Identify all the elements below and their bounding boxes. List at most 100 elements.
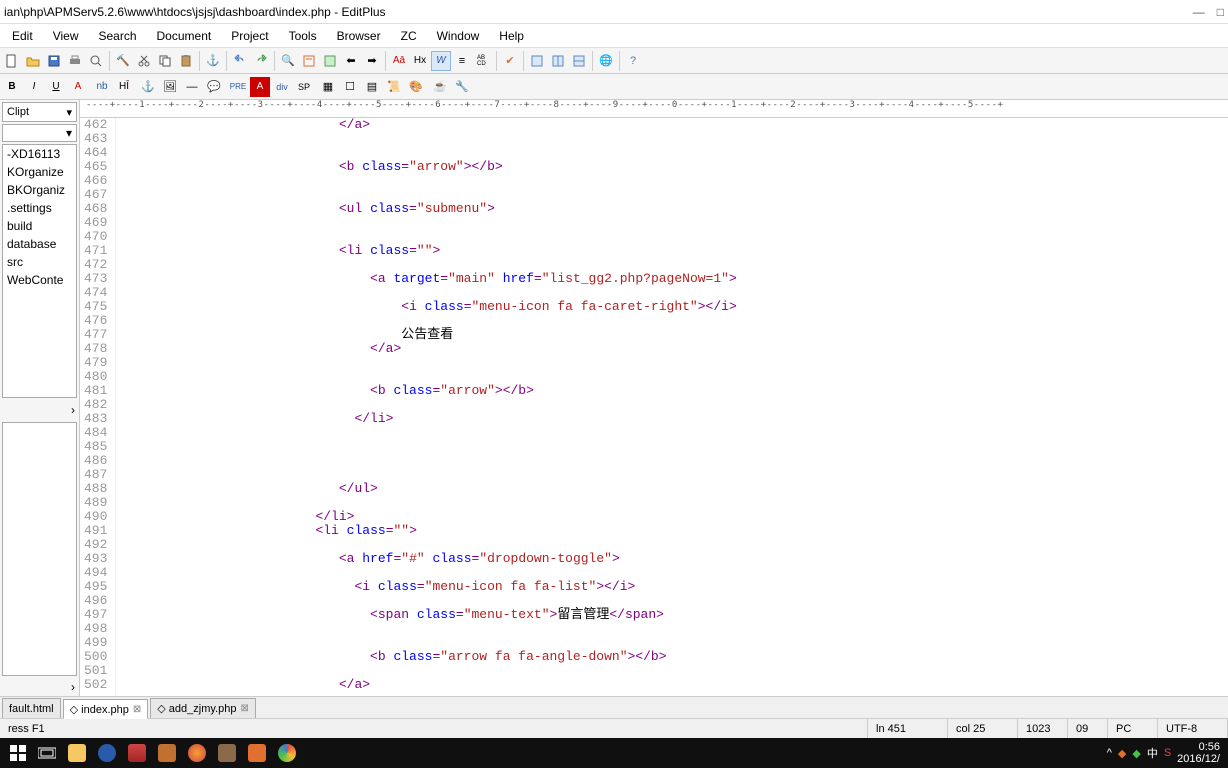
save-icon[interactable] — [44, 51, 64, 71]
find-icon[interactable]: 🔍 — [278, 51, 298, 71]
tray-icon[interactable]: S — [1164, 747, 1171, 759]
tray-icon[interactable]: ◆ — [1118, 747, 1126, 760]
css-icon[interactable]: 🎨 — [406, 77, 426, 97]
table-icon[interactable]: ▦ — [318, 77, 338, 97]
replace-icon[interactable] — [320, 51, 340, 71]
menu-project[interactable]: Project — [223, 27, 276, 45]
tab-add-zjmy-php[interactable]: ◇ add_zjmy.php ⊠ — [150, 698, 256, 718]
sp-button[interactable]: SP — [294, 77, 314, 97]
side-bottom-chevron[interactable]: › — [0, 678, 79, 696]
code-content[interactable]: </a> <b class="arrow"></b> <ul class="su… — [116, 118, 1228, 696]
hr-icon[interactable]: — — [182, 77, 202, 97]
folder-item[interactable]: src — [3, 253, 76, 271]
check-icon[interactable]: ✔ — [500, 51, 520, 71]
comment-icon[interactable]: 💬 — [204, 77, 224, 97]
code-editor[interactable]: 4624634644654664674684694704714724734744… — [80, 118, 1228, 696]
hex-icon[interactable]: Hx — [410, 51, 430, 71]
app-icon-2[interactable] — [212, 739, 242, 767]
side-chevron[interactable]: ▾ — [2, 124, 77, 142]
anchor2-icon[interactable]: ⚓ — [138, 77, 158, 97]
tray-arrow-icon[interactable]: ^ — [1107, 747, 1112, 759]
tab-index-php[interactable]: ◇ index.php ⊠ — [63, 699, 149, 719]
folder-item[interactable]: KOrganize — [3, 163, 76, 181]
copy-icon[interactable] — [155, 51, 175, 71]
menu-zc[interactable]: ZC — [393, 27, 425, 45]
coffee-icon[interactable]: ☕ — [430, 77, 450, 97]
line-gutter: 4624634644654664674684694704714724734744… — [80, 118, 116, 696]
file-list-empty[interactable] — [2, 422, 77, 676]
cliptext-dropdown[interactable]: Clipt ▾ — [2, 102, 77, 122]
open-folder-icon[interactable] — [23, 51, 43, 71]
menu-browser[interactable]: Browser — [329, 27, 389, 45]
cut-icon[interactable] — [134, 51, 154, 71]
browser-icon[interactable]: 🌐 — [596, 51, 616, 71]
app-icon-1[interactable] — [152, 739, 182, 767]
folder-item[interactable]: build — [3, 217, 76, 235]
menu-help[interactable]: Help — [491, 27, 532, 45]
undo-icon[interactable] — [230, 51, 250, 71]
maximize-button[interactable]: □ — [1217, 5, 1224, 19]
menu-search[interactable]: Search — [90, 27, 144, 45]
font-color-button[interactable]: A — [68, 77, 88, 97]
firefox-icon[interactable] — [182, 739, 212, 767]
folder-item[interactable]: WebConte — [3, 271, 76, 289]
underline-button[interactable]: U — [46, 77, 66, 97]
sidebar: Clipt ▾ ▾ -XD16113 KOrganize BKOrganiz .… — [0, 100, 80, 696]
nb-button[interactable]: nb — [92, 77, 112, 97]
align-button[interactable]: A — [250, 77, 270, 97]
form-icon[interactable]: ☐ — [340, 77, 360, 97]
start-button[interactable] — [4, 739, 32, 767]
tray-icon[interactable]: ◆ — [1132, 747, 1140, 760]
bold-button[interactable]: B — [2, 77, 22, 97]
folder-list[interactable]: -XD16113 KOrganize BKOrganiz .settings b… — [2, 144, 77, 398]
layout-icon[interactable]: AB CD — [473, 51, 493, 71]
hi-button[interactable]: HĪ — [114, 77, 134, 97]
app-icon-3[interactable] — [242, 739, 272, 767]
close-tab-icon[interactable]: ⊠ — [240, 703, 248, 714]
list-icon[interactable]: ▤ — [362, 77, 382, 97]
help-icon[interactable]: ? — [623, 51, 643, 71]
chars-icon[interactable]: ≡ — [452, 51, 472, 71]
folder-item[interactable]: database — [3, 235, 76, 253]
font-icon[interactable]: Aā — [389, 51, 409, 71]
italic-button[interactable]: I — [24, 77, 44, 97]
menu-view[interactable]: View — [45, 27, 87, 45]
paste-icon[interactable] — [176, 51, 196, 71]
close-tab-icon[interactable]: ⊠ — [133, 704, 141, 715]
indent-left-icon[interactable]: ⬅ — [341, 51, 361, 71]
edge-icon[interactable] — [92, 739, 122, 767]
app-icon-4[interactable] — [272, 739, 302, 767]
menu-edit[interactable]: Edit — [4, 27, 41, 45]
preview-icon[interactable] — [86, 51, 106, 71]
window1-icon[interactable] — [527, 51, 547, 71]
clock[interactable]: 0:56 2016/12/ — [1177, 741, 1220, 765]
div-button[interactable]: div — [272, 77, 292, 97]
chevron-right-icon[interactable]: › — [71, 403, 75, 417]
hammer-icon[interactable]: 🔨 — [113, 51, 133, 71]
window2-icon[interactable] — [548, 51, 568, 71]
menu-tools[interactable]: Tools — [281, 27, 325, 45]
wordwrap-icon[interactable]: W — [431, 51, 451, 71]
script-icon[interactable]: 📜 — [384, 77, 404, 97]
explorer-icon[interactable] — [62, 739, 92, 767]
folder-item[interactable]: -XD16113 — [3, 145, 76, 163]
indent-right-icon[interactable]: ➡ — [362, 51, 382, 71]
folder-item[interactable]: BKOrganiz — [3, 181, 76, 199]
tools-icon[interactable]: 🔧 — [452, 77, 472, 97]
minimize-button[interactable]: — — [1193, 5, 1205, 19]
taskview-icon[interactable] — [32, 739, 62, 767]
print-icon[interactable] — [65, 51, 85, 71]
new-file-icon[interactable] — [2, 51, 22, 71]
menu-document[interactable]: Document — [149, 27, 220, 45]
anchor-icon[interactable]: ⚓ — [203, 51, 223, 71]
pre-button[interactable]: PRE — [228, 77, 248, 97]
window3-icon[interactable] — [569, 51, 589, 71]
folder-item[interactable]: .settings — [3, 199, 76, 217]
goto-icon[interactable] — [299, 51, 319, 71]
redo-icon[interactable] — [251, 51, 271, 71]
editplus-icon[interactable] — [122, 739, 152, 767]
image-icon[interactable]: 🖼 — [160, 77, 180, 97]
ime-icon[interactable]: 中 — [1147, 745, 1158, 761]
menu-window[interactable]: Window — [429, 27, 488, 45]
tab-fault-html[interactable]: fault.html — [2, 698, 61, 718]
